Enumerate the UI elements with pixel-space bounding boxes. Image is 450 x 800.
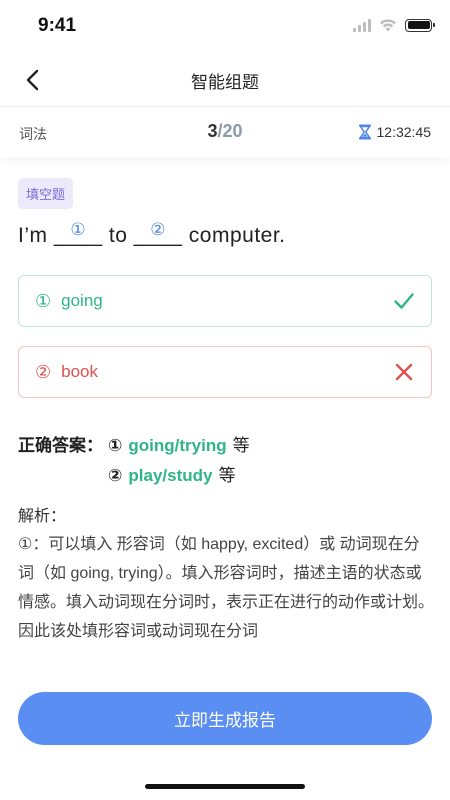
battery-icon (405, 18, 435, 32)
question-part-2: to (102, 224, 134, 247)
status-icons (353, 18, 435, 32)
info-bar: 词法 3/20 12:32:45 (0, 106, 450, 158)
answer-1-correct: ① going (18, 275, 432, 327)
answer-1-text: going (61, 291, 103, 310)
blank-1-number: ① (70, 220, 87, 239)
blank-2: ____ ② (134, 220, 183, 248)
timer-value: 12:32:45 (376, 124, 432, 140)
correct-answer-item-2: ② play/study 等 (108, 461, 236, 486)
page-title: 智能组题 (191, 73, 259, 92)
check-icon (394, 293, 414, 309)
correct-answer-2-number: ② (108, 466, 123, 485)
answer-2-wrong: ② book (18, 346, 432, 398)
blank-2-number: ② (150, 220, 166, 239)
answer-1-number: ① (35, 290, 52, 311)
correct-answer-1-suffix: 等 (232, 436, 250, 455)
progress-total: 20 (222, 121, 243, 141)
question-text: I’m ____ ① to ____ ② computer. (18, 220, 286, 248)
cross-icon (395, 363, 413, 381)
blank-1: ____ ① (54, 220, 103, 248)
correct-answer-label: 正确答案： (18, 436, 103, 455)
nav-bar: 智能组题 (0, 52, 450, 106)
wifi-icon (380, 19, 396, 32)
cellular-signal-icon (353, 18, 371, 32)
analysis-label: 解析： (18, 508, 67, 525)
correct-answer-2-value: play/study (128, 466, 213, 485)
answer-2-text: book (61, 362, 99, 381)
correct-answer-2-suffix: 等 (218, 466, 236, 485)
progress-current: 3 (207, 121, 218, 141)
question-type-badge: 填空题 (18, 178, 74, 209)
correct-answer-1-number: ① (108, 436, 123, 455)
home-indicator (145, 784, 305, 789)
question-part-1: I’m (18, 224, 54, 247)
status-bar: 9:41 (0, 0, 450, 52)
question-part-3: computer. (182, 224, 286, 247)
answer-2-number: ② (35, 361, 52, 382)
generate-report-button[interactable]: 立即生成报告 (18, 692, 432, 745)
correct-answer-item-1: ① going/trying 等 (108, 431, 250, 456)
correct-answer-1-value: going/trying (128, 436, 227, 455)
timer: 12:32:45 (358, 124, 432, 140)
hourglass-icon (358, 124, 371, 140)
status-time: 9:41 (38, 15, 77, 36)
analysis-text: ①：可以填入 形容词（如 happy, excited）或 动词现在分词（如 g… (18, 536, 435, 640)
